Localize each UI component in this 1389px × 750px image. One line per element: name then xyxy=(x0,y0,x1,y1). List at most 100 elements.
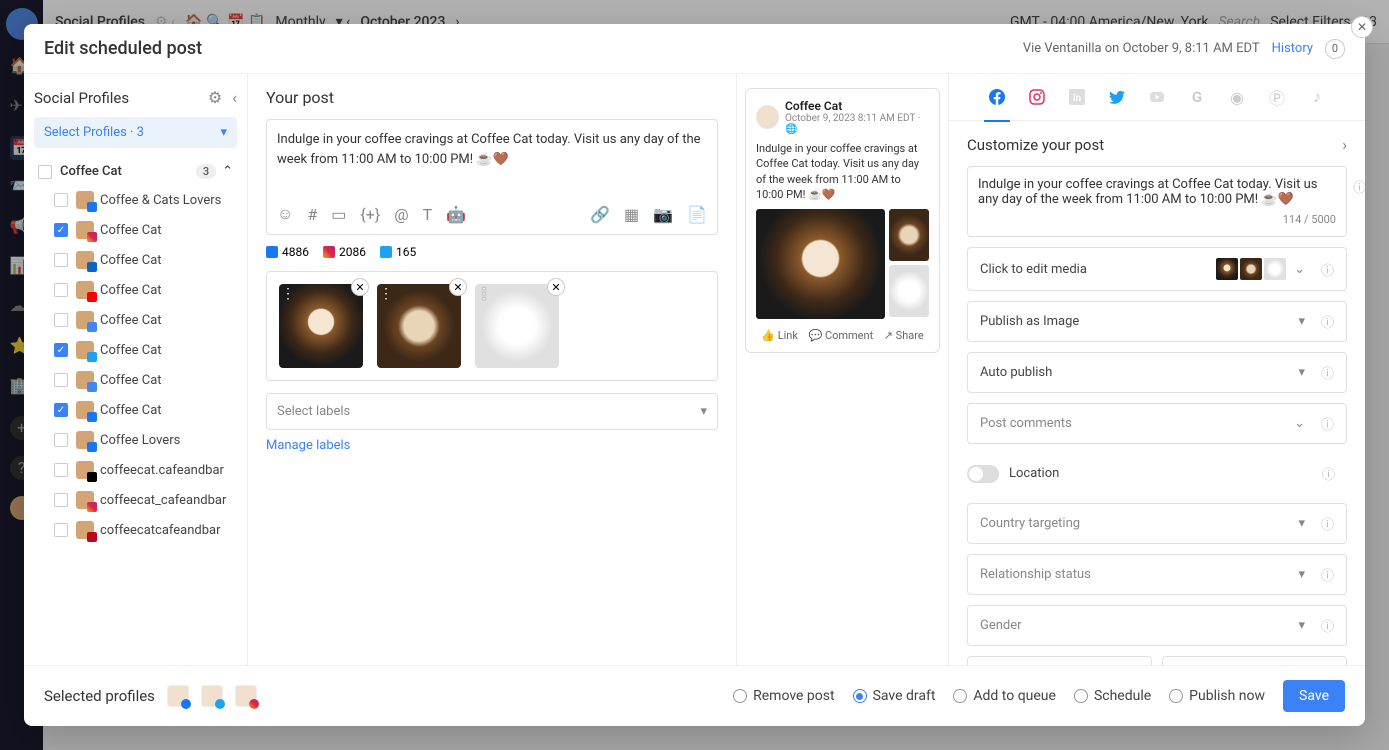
remove-media-icon[interactable]: ✕ xyxy=(547,278,565,296)
media-item-3[interactable]: ⋮✕ xyxy=(475,284,559,368)
tab-facebook[interactable] xyxy=(988,88,1006,106)
post-textarea[interactable]: Indulge in your coffee cravings at Coffe… xyxy=(277,130,707,190)
preview-link-btn[interactable]: 👍 Link xyxy=(761,329,798,342)
save-button[interactable]: Save xyxy=(1283,680,1345,712)
chevron-right-icon[interactable]: › xyxy=(1342,135,1347,154)
text-icon[interactable]: T xyxy=(423,205,433,224)
profile-checkbox[interactable]: ✓ xyxy=(54,223,68,237)
collapse-icon[interactable]: ‹ xyxy=(232,88,237,107)
tab-pinterest[interactable]: Ⓟ xyxy=(1268,88,1286,106)
gif-icon[interactable]: ▦ xyxy=(624,205,639,224)
variable-icon[interactable]: {+} xyxy=(360,205,380,224)
tab-linkedin[interactable]: in xyxy=(1068,88,1086,106)
profile-item[interactable]: ✓ Coffee Cat xyxy=(34,395,237,425)
preview-comment-btn[interactable]: 💬 Comment xyxy=(809,329,874,342)
custom-text[interactable]: Indulge in your coffee cravings at Coffe… xyxy=(978,177,1336,207)
select-profiles-btn[interactable]: Select Profiles · 3 ▾ xyxy=(34,117,237,148)
profile-checkbox[interactable] xyxy=(54,253,68,267)
tab-google[interactable]: G xyxy=(1188,88,1206,106)
edit-media-row[interactable]: Click to edit media ⌄ ⓘ xyxy=(967,247,1347,291)
profile-checkbox[interactable] xyxy=(54,193,68,207)
profile-checkbox[interactable] xyxy=(54,313,68,327)
profile-checkbox[interactable] xyxy=(54,433,68,447)
selected-profile-badge[interactable] xyxy=(201,685,223,707)
profile-item[interactable]: coffeecat.cafeandbar xyxy=(34,455,237,485)
profile-item[interactable]: coffeecatcafeandbar xyxy=(34,515,237,545)
mention-icon[interactable]: @ xyxy=(394,205,408,224)
post-comments-row[interactable]: Post comments ⌄ⓘ xyxy=(967,403,1347,444)
schedule-radio[interactable]: Schedule xyxy=(1074,688,1151,704)
profile-item[interactable]: ✓ Coffee Cat xyxy=(34,215,237,245)
chevron-up-icon[interactable]: ⌃ xyxy=(222,164,233,179)
add-queue-radio[interactable]: Add to queue xyxy=(953,688,1056,704)
template-icon[interactable]: ▭ xyxy=(331,205,346,224)
profile-item[interactable]: ✓ Coffee Cat xyxy=(34,335,237,365)
gender-row[interactable]: Gender ▾ⓘ xyxy=(967,605,1347,646)
min-age-input[interactable]: Min age xyxy=(967,656,1152,665)
profile-group-header[interactable]: Coffee Cat 3 ⌃ xyxy=(34,158,237,185)
profile-item[interactable]: Coffee Cat xyxy=(34,305,237,335)
tab-instagram[interactable] xyxy=(1028,88,1046,106)
ai-icon[interactable]: 🤖 xyxy=(446,205,466,224)
labels-select[interactable]: Select labels ▾ xyxy=(266,393,718,430)
info-icon[interactable]: ⓘ xyxy=(1353,177,1365,196)
auto-publish-row[interactable]: Auto publish ▾ⓘ xyxy=(967,352,1347,393)
selected-profile-badge[interactable] xyxy=(167,685,189,707)
close-icon[interactable]: ✕ xyxy=(1351,16,1373,38)
country-row[interactable]: Country targeting ▾ⓘ xyxy=(967,503,1347,544)
tab-reddit[interactable]: ◉ xyxy=(1228,88,1246,106)
drag-icon[interactable]: ⋮ xyxy=(379,286,393,302)
drag-icon[interactable]: ⋮ xyxy=(477,286,491,302)
profile-checkbox[interactable] xyxy=(54,373,68,387)
emoji-icon[interactable]: ☺ xyxy=(277,204,293,224)
preview-share-btn[interactable]: ↗ Share xyxy=(884,329,924,342)
filter-icon[interactable]: ⚙ xyxy=(208,88,222,107)
media-item-2[interactable]: ⋮✕ xyxy=(377,284,461,368)
camera-icon[interactable]: 📷 xyxy=(653,205,673,224)
profile-checkbox[interactable] xyxy=(54,283,68,297)
hashtag-icon[interactable]: # xyxy=(307,205,317,224)
info-icon[interactable]: ⓘ xyxy=(1321,616,1334,635)
info-icon[interactable]: ⓘ xyxy=(1321,260,1334,279)
remove-post-radio[interactable]: Remove post xyxy=(733,688,834,704)
link-icon[interactable]: 🔗 xyxy=(590,205,610,224)
remove-media-icon[interactable]: ✕ xyxy=(449,278,467,296)
max-age-input[interactable]: Max ageⓘ xyxy=(1162,656,1347,665)
profile-item[interactable]: Coffee Cat xyxy=(34,245,237,275)
preview-media-small xyxy=(889,209,929,261)
location-toggle[interactable] xyxy=(967,465,999,483)
tab-tiktok[interactable]: ♪ xyxy=(1308,88,1326,106)
profile-item[interactable]: Coffee Cat xyxy=(34,365,237,395)
profile-checkbox[interactable] xyxy=(54,493,68,507)
publish-as-row[interactable]: Publish as Image ▾ⓘ xyxy=(967,301,1347,342)
history-link[interactable]: History xyxy=(1272,41,1313,56)
profile-checkbox[interactable] xyxy=(54,523,68,537)
custom-text-box[interactable]: Indulge in your coffee cravings at Coffe… xyxy=(967,166,1347,237)
info-icon[interactable]: ⓘ xyxy=(1321,363,1334,382)
relationship-row[interactable]: Relationship status ▾ⓘ xyxy=(967,554,1347,595)
info-icon[interactable]: ⓘ xyxy=(1321,312,1334,331)
drag-icon[interactable]: ⋮ xyxy=(281,286,295,302)
info-icon[interactable]: ⓘ xyxy=(1321,414,1334,433)
publish-now-radio[interactable]: Publish now xyxy=(1169,688,1265,704)
tab-youtube[interactable] xyxy=(1148,88,1166,106)
profile-item[interactable]: Coffee & Cats Lovers xyxy=(34,185,237,215)
manage-labels-link[interactable]: Manage labels xyxy=(266,438,350,453)
tab-twitter[interactable] xyxy=(1108,88,1126,106)
selected-profile-badge[interactable] xyxy=(235,685,257,707)
file-icon[interactable]: 📄 xyxy=(687,205,707,224)
location-row[interactable]: Location ⓘ xyxy=(967,454,1347,493)
group-checkbox[interactable] xyxy=(38,165,52,179)
info-icon[interactable]: ⓘ xyxy=(1321,514,1334,533)
remove-media-icon[interactable]: ✕ xyxy=(351,278,369,296)
info-icon[interactable]: ⓘ xyxy=(1321,565,1334,584)
profile-checkbox[interactable]: ✓ xyxy=(54,343,68,357)
profile-item[interactable]: Coffee Cat xyxy=(34,275,237,305)
info-icon[interactable]: ⓘ xyxy=(1322,464,1335,483)
media-item-1[interactable]: ⋮✕ xyxy=(279,284,363,368)
save-draft-radio[interactable]: Save draft xyxy=(853,688,936,704)
profile-checkbox[interactable] xyxy=(54,463,68,477)
profile-item[interactable]: coffeecat_cafeandbar xyxy=(34,485,237,515)
profile-item[interactable]: Coffee Lovers xyxy=(34,425,237,455)
profile-checkbox[interactable]: ✓ xyxy=(54,403,68,417)
